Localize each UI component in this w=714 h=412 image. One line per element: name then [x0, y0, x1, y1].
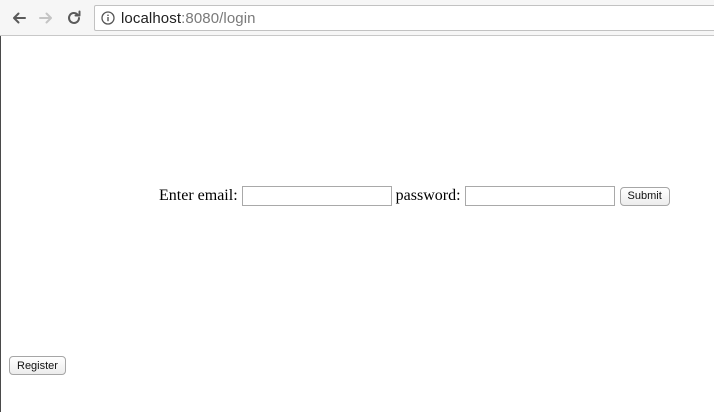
- info-icon[interactable]: [101, 11, 115, 25]
- reload-icon: [68, 10, 81, 24]
- window-left-edge: [0, 36, 1, 412]
- password-label: password:: [395, 187, 461, 204]
- back-button[interactable]: [8, 7, 30, 29]
- reload-button[interactable]: [63, 7, 85, 29]
- address-bar[interactable]: localhost:8080/login: [94, 5, 714, 31]
- url-text[interactable]: localhost:8080/login: [121, 10, 256, 27]
- forward-button[interactable]: [35, 7, 57, 29]
- email-input[interactable]: [241, 186, 392, 206]
- submit-button[interactable]: Submit: [619, 186, 670, 206]
- url-path: :8080/login: [181, 9, 256, 27]
- login-form: Enter email: password: Submit: [159, 185, 670, 207]
- email-label: Enter email:: [159, 187, 238, 204]
- password-input[interactable]: [464, 186, 615, 206]
- browser-toolbar: localhost:8080/login: [0, 0, 714, 36]
- url-host: localhost: [121, 9, 182, 27]
- arrow-right-icon: [39, 12, 52, 24]
- register-button[interactable]: Register: [9, 356, 66, 375]
- arrow-left-icon: [13, 12, 26, 24]
